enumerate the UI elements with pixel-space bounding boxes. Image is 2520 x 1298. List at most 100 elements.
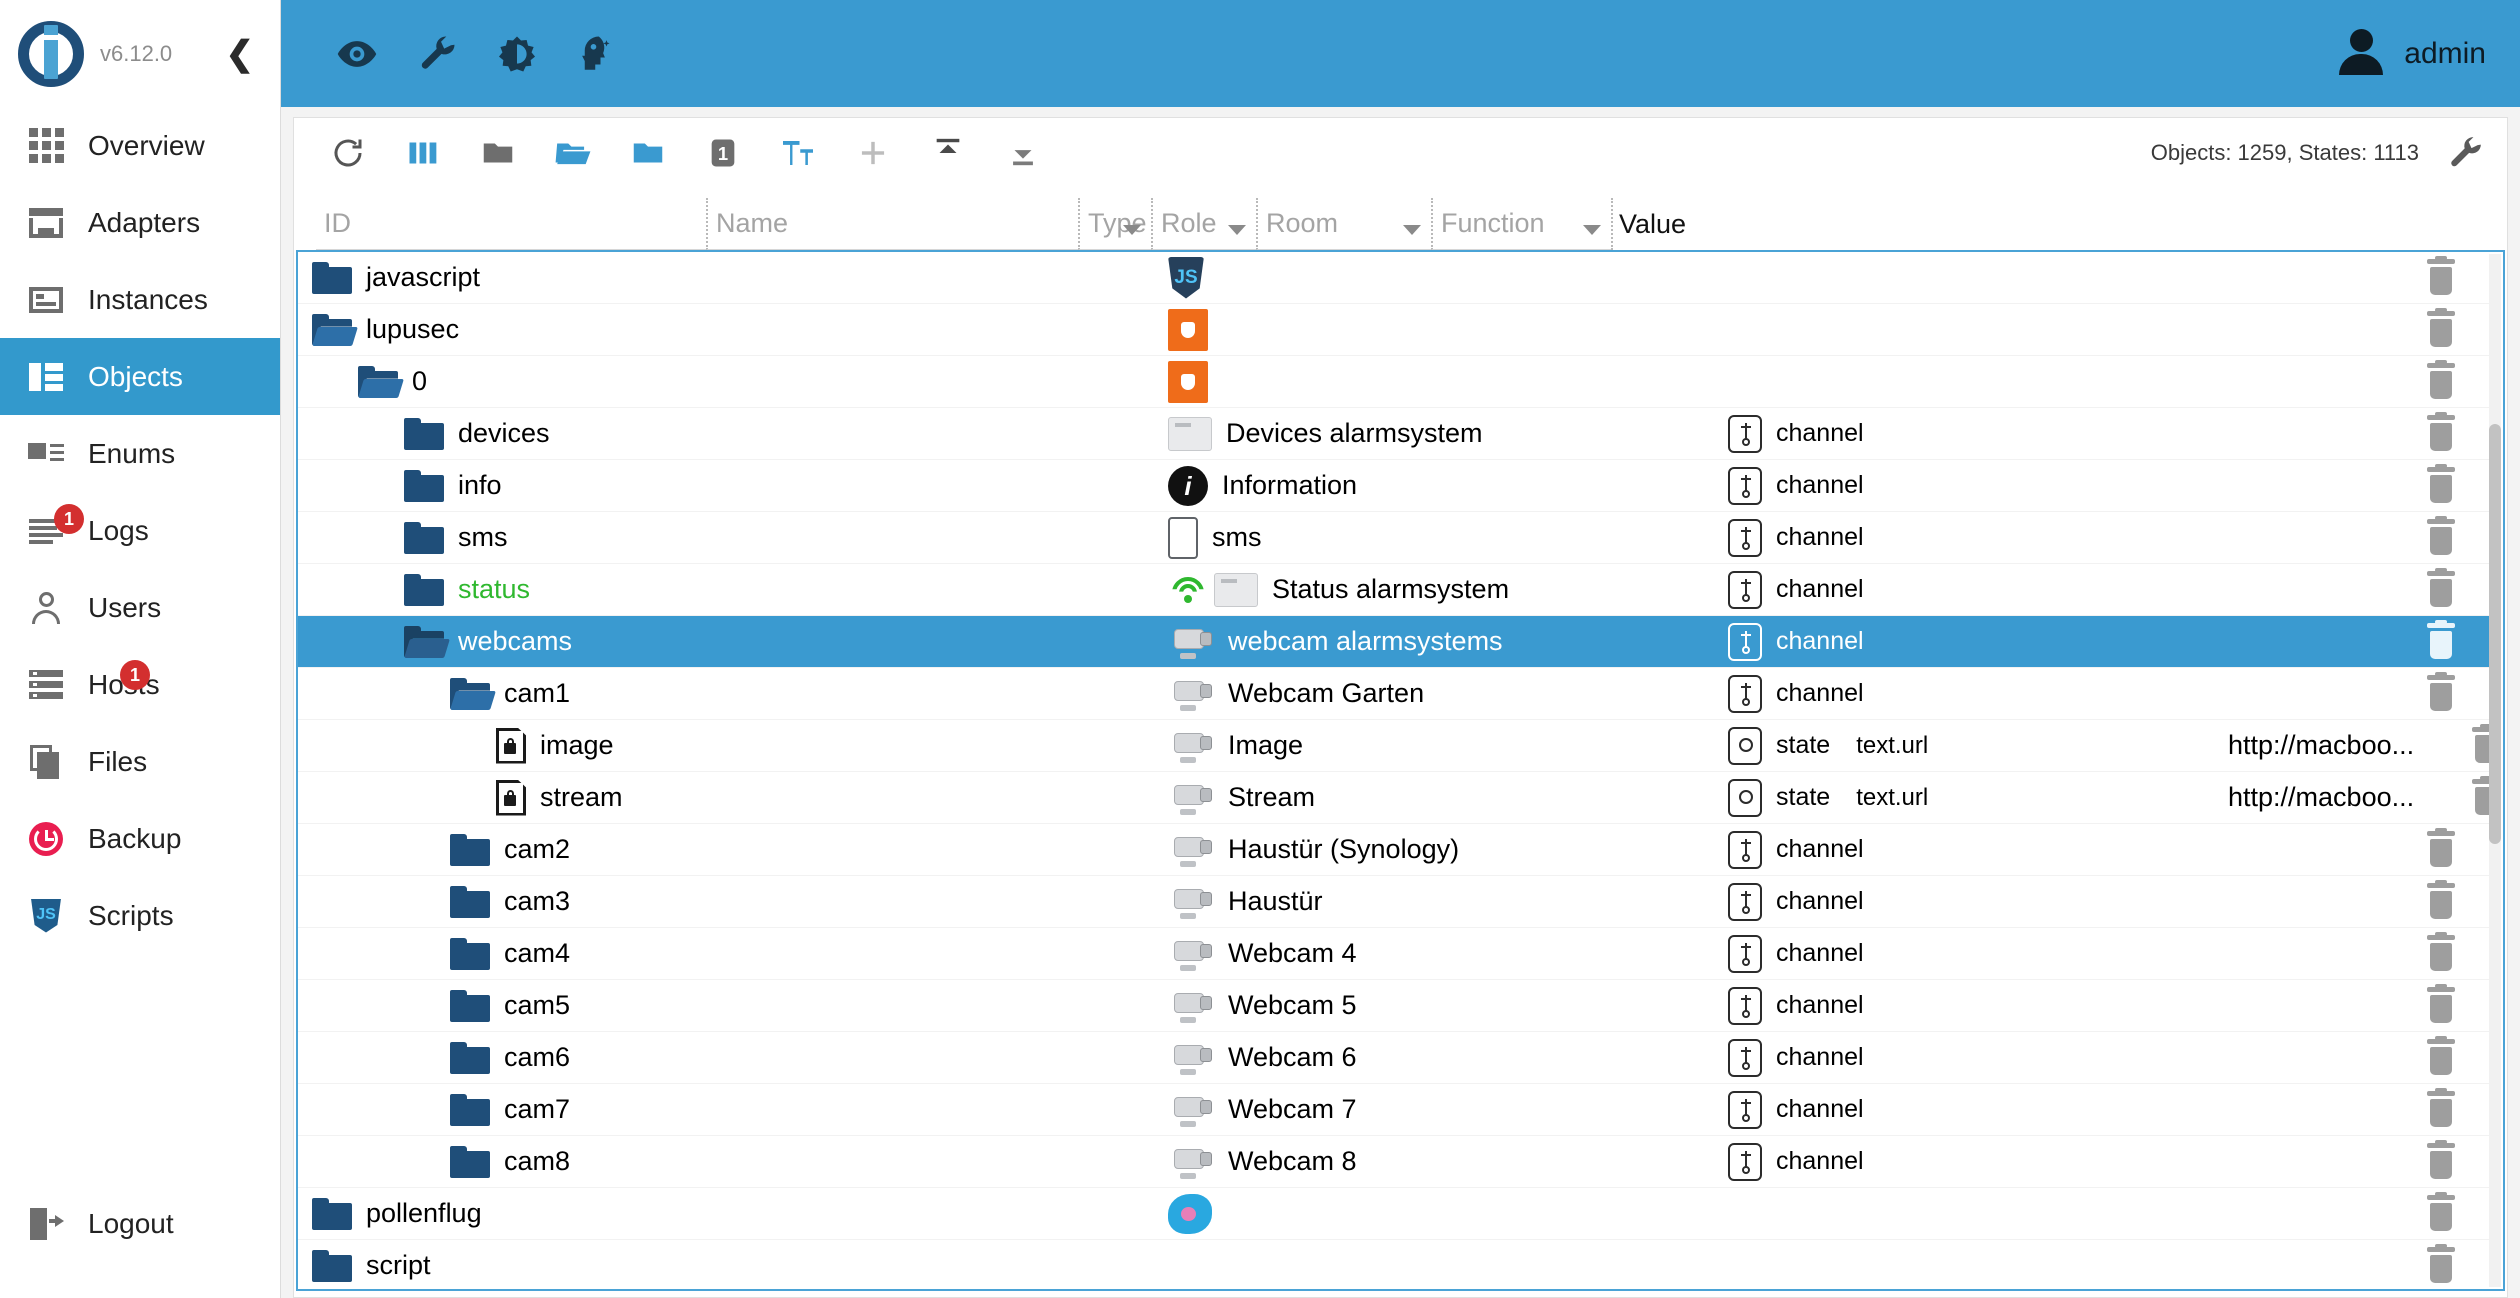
- row-id-cell[interactable]: pollenflug: [298, 1197, 1168, 1230]
- table-row[interactable]: image Image state text.url http://macboo...: [298, 720, 2489, 772]
- user-menu[interactable]: admin: [2334, 27, 2486, 81]
- sidebar-item-instances[interactable]: Instances: [0, 261, 280, 338]
- row-id-cell[interactable]: cam5: [298, 989, 1168, 1022]
- row-id-cell[interactable]: lupusec: [298, 313, 1168, 346]
- row-id-cell[interactable]: webcams: [298, 625, 1168, 658]
- vertical-scrollbar[interactable]: [2489, 254, 2501, 1287]
- folder-open-icon[interactable]: [312, 313, 358, 346]
- trash-icon[interactable]: [2424, 307, 2458, 349]
- trash-icon[interactable]: [2424, 1191, 2458, 1233]
- row-id-cell[interactable]: 0: [298, 365, 1168, 398]
- trash-icon[interactable]: [2424, 1139, 2458, 1181]
- row-id-cell[interactable]: cam2: [298, 833, 1168, 866]
- table-row[interactable]: sms sms channel: [298, 512, 2489, 564]
- folder-closed-icon[interactable]: [450, 833, 490, 866]
- sidebar-item-enums[interactable]: Enums: [0, 415, 280, 492]
- brightness-icon[interactable]: [485, 22, 549, 86]
- folder-open-icon[interactable]: [358, 365, 404, 398]
- row-id-cell[interactable]: status: [298, 573, 1168, 606]
- refresh-icon[interactable]: [316, 121, 380, 185]
- sidebar-item-backup[interactable]: Backup: [0, 800, 280, 877]
- table-row[interactable]: webcams webcam alarmsystems channel: [298, 616, 2489, 668]
- folder-open-icon[interactable]: [450, 677, 496, 710]
- table-row[interactable]: 0: [298, 356, 2489, 408]
- table-row[interactable]: cam3 Haustür channel: [298, 876, 2489, 928]
- table-row[interactable]: lupusec: [298, 304, 2489, 356]
- table-row[interactable]: cam4 Webcam 4 channel: [298, 928, 2489, 980]
- row-id-cell[interactable]: cam4: [298, 937, 1168, 970]
- collapse-all-icon[interactable]: [466, 121, 530, 185]
- folder-closed-icon[interactable]: [404, 417, 444, 450]
- sidebar-item-overview[interactable]: Overview: [0, 107, 280, 184]
- row-id-cell[interactable]: info: [298, 469, 1168, 502]
- row-id-cell[interactable]: cam3: [298, 885, 1168, 918]
- trash-icon[interactable]: [2424, 879, 2458, 921]
- columns-icon[interactable]: [391, 121, 455, 185]
- filter-role[interactable]: Role: [1151, 198, 1256, 250]
- table-row[interactable]: script: [298, 1240, 2489, 1289]
- folder-closed-icon[interactable]: [450, 1145, 490, 1178]
- trash-icon[interactable]: [2424, 411, 2458, 453]
- trash-icon[interactable]: [2469, 775, 2489, 817]
- eye-icon[interactable]: [325, 22, 389, 86]
- folder-closed-icon[interactable]: [450, 937, 490, 970]
- folder-open-icon[interactable]: [404, 625, 450, 658]
- chevron-left-icon[interactable]: ❮: [226, 37, 255, 71]
- table-row[interactable]: info i Information channel: [298, 460, 2489, 512]
- table-row[interactable]: cam7 Webcam 7 channel: [298, 1084, 2489, 1136]
- expert-head-icon[interactable]: [565, 22, 629, 86]
- row-id-cell[interactable]: cam8: [298, 1145, 1168, 1178]
- folder-closed-icon[interactable]: [312, 1249, 352, 1282]
- scrollbar-thumb[interactable]: [2489, 424, 2501, 844]
- trash-icon[interactable]: [2424, 515, 2458, 557]
- sidebar-item-objects[interactable]: Objects: [0, 338, 280, 415]
- folder-closed-icon[interactable]: [404, 469, 444, 502]
- table-row[interactable]: javascript JS: [298, 252, 2489, 304]
- export-icon[interactable]: [991, 121, 1055, 185]
- table-row[interactable]: status Status alarmsystem channel: [298, 564, 2489, 616]
- trash-icon[interactable]: [2424, 567, 2458, 609]
- trash-icon[interactable]: [2424, 359, 2458, 401]
- folder-closed-icon[interactable]: [450, 989, 490, 1022]
- row-id-cell[interactable]: stream: [298, 779, 1168, 816]
- filter-name[interactable]: Name: [706, 198, 1078, 250]
- filter-function[interactable]: Function: [1431, 198, 1611, 250]
- expand-all-icon[interactable]: [541, 121, 605, 185]
- folder-closed-icon[interactable]: [312, 1197, 352, 1230]
- trash-icon[interactable]: [2424, 1243, 2458, 1285]
- row-id-cell[interactable]: javascript: [298, 261, 1168, 294]
- filter-room[interactable]: Room: [1256, 198, 1431, 250]
- add-icon[interactable]: [841, 121, 905, 185]
- trash-icon[interactable]: [2469, 723, 2489, 765]
- table-row[interactable]: devices Devices alarmsystem channel: [298, 408, 2489, 460]
- sidebar-item-users[interactable]: Users: [0, 569, 280, 646]
- table-row[interactable]: pollenflug: [298, 1188, 2489, 1240]
- table-row[interactable]: cam8 Webcam 8 channel: [298, 1136, 2489, 1188]
- expand-one-icon[interactable]: [616, 121, 680, 185]
- row-id-cell[interactable]: devices: [298, 417, 1168, 450]
- folder-closed-icon[interactable]: [404, 521, 444, 554]
- filter-type[interactable]: Type: [1078, 198, 1151, 250]
- text-size-icon[interactable]: [766, 121, 830, 185]
- row-id-cell[interactable]: script: [298, 1249, 1168, 1282]
- folder-closed-icon[interactable]: [450, 1041, 490, 1074]
- trash-icon[interactable]: [2424, 983, 2458, 1025]
- filter-id[interactable]: ID: [316, 198, 706, 250]
- trash-icon[interactable]: [2424, 827, 2458, 869]
- folder-closed-icon[interactable]: [404, 573, 444, 606]
- trash-icon[interactable]: [2424, 1035, 2458, 1077]
- row-id-cell[interactable]: cam6: [298, 1041, 1168, 1074]
- row-id-cell[interactable]: cam7: [298, 1093, 1168, 1126]
- trash-icon[interactable]: [2424, 671, 2458, 713]
- sidebar-item-hosts[interactable]: Hosts 1: [0, 646, 280, 723]
- folder-closed-icon[interactable]: [450, 885, 490, 918]
- table-row[interactable]: cam2 Haustür (Synology) channel: [298, 824, 2489, 876]
- table-row[interactable]: stream Stream state text.url http://macboo..…: [298, 772, 2489, 824]
- table-row[interactable]: cam1 Webcam Garten channel: [298, 668, 2489, 720]
- table-row[interactable]: cam6 Webcam 6 channel: [298, 1032, 2489, 1084]
- folder-closed-icon[interactable]: [450, 1093, 490, 1126]
- sidebar-item-logs[interactable]: 1 Logs: [0, 492, 280, 569]
- table-row[interactable]: cam5 Webcam 5 channel: [298, 980, 2489, 1032]
- sidebar-item-files[interactable]: Files: [0, 723, 280, 800]
- trash-icon[interactable]: [2424, 619, 2458, 661]
